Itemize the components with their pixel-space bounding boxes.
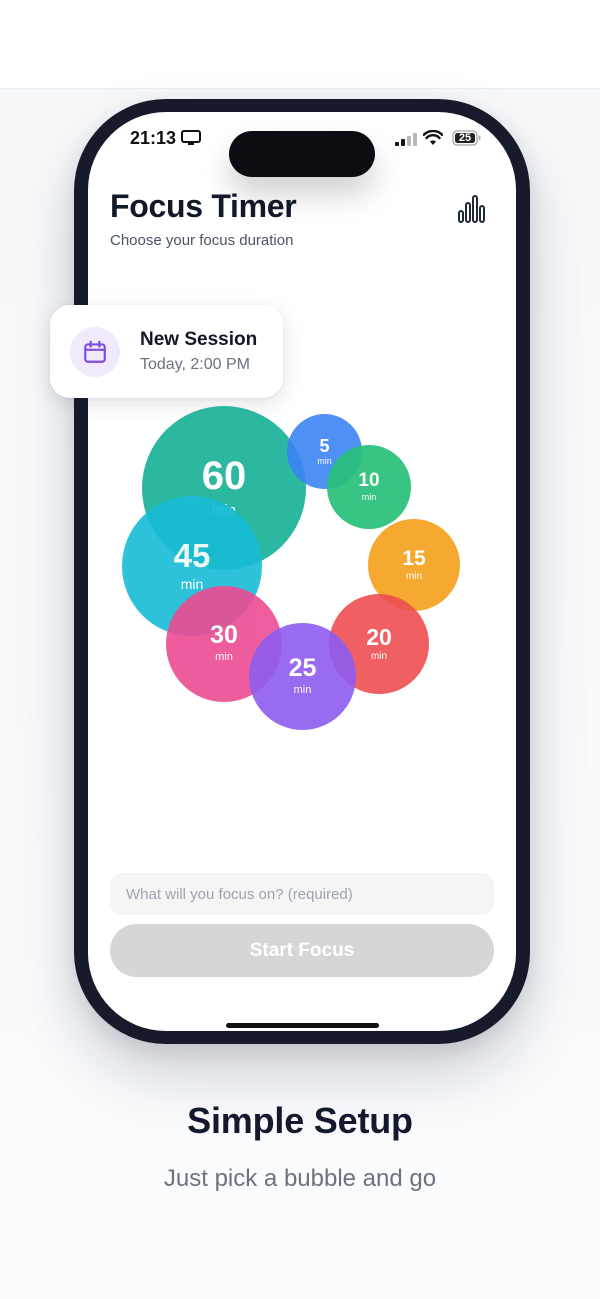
- bubble-unit: min: [317, 455, 332, 466]
- bubble-value: 60: [201, 454, 247, 498]
- stats-button[interactable]: [456, 194, 486, 224]
- bubble-value: 45: [173, 537, 211, 575]
- monitor-icon: [181, 130, 201, 151]
- start-focus-button[interactable]: Start Focus: [110, 924, 494, 977]
- wifi-icon: [422, 129, 444, 151]
- signal-icon: [395, 133, 417, 151]
- new-session-card[interactable]: New Session Today, 2:00 PM: [50, 305, 283, 398]
- bubble-value: 30: [210, 621, 238, 650]
- status-time: 21:13: [130, 128, 177, 148]
- bubble-value: 10: [358, 470, 380, 492]
- session-time: Today, 2:00 PM: [140, 356, 250, 373]
- bubble-value: 15: [402, 546, 426, 570]
- bubble-unit: min: [370, 650, 388, 662]
- focus-task-input[interactable]: [110, 873, 494, 915]
- calendar-icon: [70, 327, 120, 377]
- bubble-value: 20: [366, 623, 392, 650]
- bubble-unit: min: [361, 492, 377, 503]
- battery-level: 25: [458, 132, 472, 144]
- bubble-25-min[interactable]: 25 min: [249, 623, 356, 730]
- page-subtitle: Choose your focus duration: [110, 232, 294, 249]
- caption-title: Simple Setup: [187, 1100, 413, 1141]
- session-title: New Session: [140, 329, 258, 350]
- bubble-value: 25: [288, 653, 317, 682]
- page-title: Focus Timer: [110, 188, 297, 224]
- bubble-value: 5: [319, 435, 330, 456]
- bubble-unit: min: [293, 683, 312, 696]
- bubble-unit: min: [405, 570, 423, 582]
- dynamic-island: [229, 131, 375, 177]
- home-indicator: [226, 1023, 379, 1028]
- caption-subtitle: Just pick a bubble and go: [163, 1165, 437, 1192]
- bubble-10-min[interactable]: 10 min: [327, 445, 411, 529]
- bar-chart-icon: [458, 195, 485, 223]
- bubble-unit: min: [215, 651, 233, 664]
